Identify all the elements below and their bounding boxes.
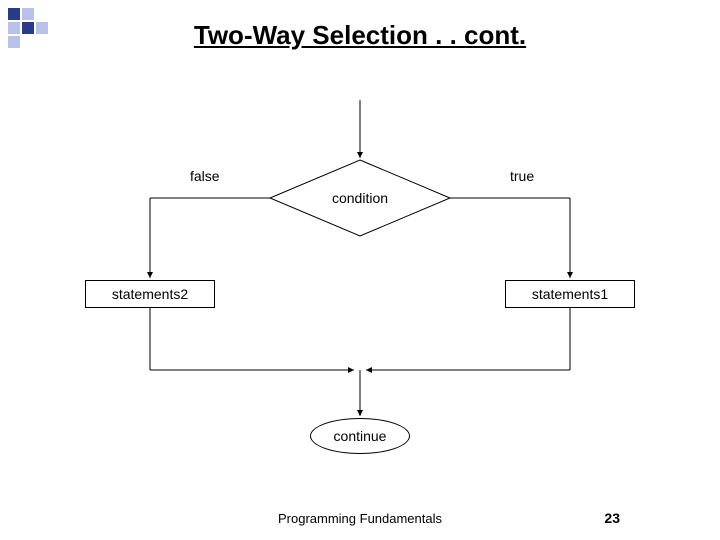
label-false: false: [190, 168, 220, 184]
flowchart-canvas: [0, 0, 720, 540]
node-statements1: statements1: [505, 280, 635, 308]
node-condition: condition: [315, 190, 405, 206]
label-true: true: [510, 168, 534, 184]
node-statements2: statements2: [85, 280, 215, 308]
page-number: 23: [604, 510, 620, 526]
node-continue: continue: [310, 418, 410, 454]
